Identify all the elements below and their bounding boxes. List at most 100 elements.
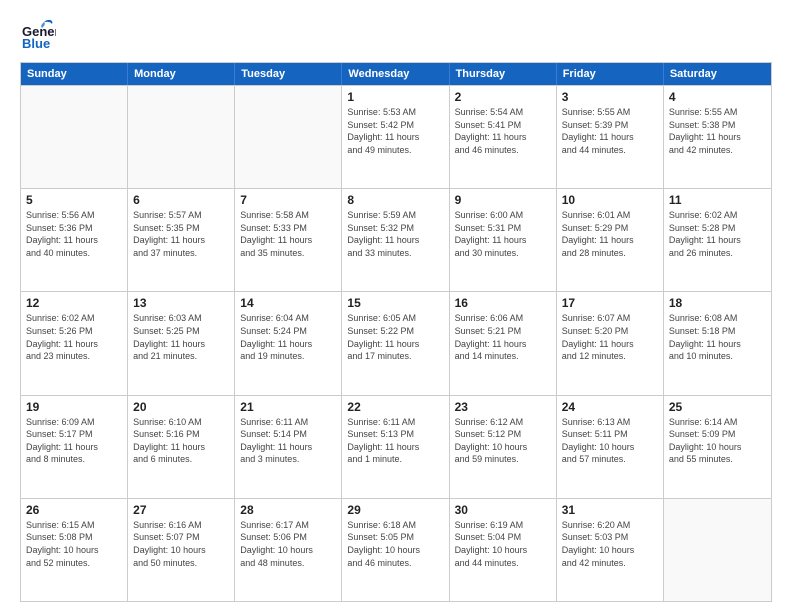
day-info: Sunrise: 6:20 AM Sunset: 5:03 PM Dayligh… <box>562 519 658 569</box>
calendar-row-1: 1 Sunrise: 5:53 AM Sunset: 5:42 PM Daylig… <box>21 85 771 188</box>
calendar-cell: 16 Sunrise: 6:06 AM Sunset: 5:21 PM Dayli… <box>450 292 557 394</box>
calendar-row-3: 12 Sunrise: 6:02 AM Sunset: 5:26 PM Dayli… <box>21 291 771 394</box>
calendar-cell: 19Sunrise: 6:09 AM Sunset: 5:17 PM Dayli… <box>21 396 128 498</box>
day-number: 15 <box>347 296 443 310</box>
day-number: 25 <box>669 400 766 414</box>
calendar-cell: 4 Sunrise: 5:55 AM Sunset: 5:38 PM Daylig… <box>664 86 771 188</box>
calendar-cell: 18Sunrise: 6:08 AM Sunset: 5:18 PM Dayli… <box>664 292 771 394</box>
calendar-cell: 24 Sunrise: 6:13 AM Sunset: 5:11 PM Dayli… <box>557 396 664 498</box>
day-number: 19 <box>26 400 122 414</box>
logo-icon: General Blue <box>20 16 56 52</box>
day-number: 3 <box>562 90 658 104</box>
day-number: 12 <box>26 296 122 310</box>
day-number: 14 <box>240 296 336 310</box>
day-info: Sunrise: 6:14 AM Sunset: 5:09 PM Dayligh… <box>669 416 766 466</box>
day-number: 9 <box>455 193 551 207</box>
calendar-cell: 27 Sunrise: 6:16 AM Sunset: 5:07 PM Dayli… <box>128 499 235 601</box>
weekday-header-wednesday: Wednesday <box>342 63 449 85</box>
day-number: 31 <box>562 503 658 517</box>
day-info: Sunrise: 5:55 AM Sunset: 5:39 PM Dayligh… <box>562 106 658 156</box>
day-number: 26 <box>26 503 122 517</box>
calendar-cell: 5 Sunrise: 5:56 AM Sunset: 5:36 PM Daylig… <box>21 189 128 291</box>
weekday-header-thursday: Thursday <box>450 63 557 85</box>
day-number: 11 <box>669 193 766 207</box>
calendar-cell <box>664 499 771 601</box>
day-info: Sunrise: 5:57 AM Sunset: 5:35 PM Dayligh… <box>133 209 229 259</box>
calendar-cell: 11 Sunrise: 6:02 AM Sunset: 5:28 PM Dayli… <box>664 189 771 291</box>
day-number: 29 <box>347 503 443 517</box>
calendar-cell: 9 Sunrise: 6:00 AM Sunset: 5:31 PM Daylig… <box>450 189 557 291</box>
day-info: Sunrise: 6:07 AM Sunset: 5:20 PM Dayligh… <box>562 312 658 362</box>
day-number: 7 <box>240 193 336 207</box>
day-number: 24 <box>562 400 658 414</box>
day-info: Sunrise: 6:06 AM Sunset: 5:21 PM Dayligh… <box>455 312 551 362</box>
day-info: Sunrise: 6:19 AM Sunset: 5:04 PM Dayligh… <box>455 519 551 569</box>
calendar-cell: 12 Sunrise: 6:02 AM Sunset: 5:26 PM Dayli… <box>21 292 128 394</box>
weekday-header-friday: Friday <box>557 63 664 85</box>
day-number: 10 <box>562 193 658 207</box>
day-info: Sunrise: 6:03 AM Sunset: 5:25 PM Dayligh… <box>133 312 229 362</box>
day-number: 1 <box>347 90 443 104</box>
day-info: Sunrise: 5:56 AM Sunset: 5:36 PM Dayligh… <box>26 209 122 259</box>
calendar-cell: 28 Sunrise: 6:17 AM Sunset: 5:06 PM Dayli… <box>235 499 342 601</box>
calendar-cell: 17 Sunrise: 6:07 AM Sunset: 5:20 PM Dayli… <box>557 292 664 394</box>
calendar-header: SundayMondayTuesdayWednesdayThursdayFrid… <box>21 63 771 85</box>
day-number: 28 <box>240 503 336 517</box>
day-number: 13 <box>133 296 229 310</box>
calendar-row-4: 19Sunrise: 6:09 AM Sunset: 5:17 PM Dayli… <box>21 395 771 498</box>
calendar-cell: 30 Sunrise: 6:19 AM Sunset: 5:04 PM Dayli… <box>450 499 557 601</box>
calendar-cell: 26 Sunrise: 6:15 AM Sunset: 5:08 PM Dayli… <box>21 499 128 601</box>
day-number: 21 <box>240 400 336 414</box>
calendar-cell: 1 Sunrise: 5:53 AM Sunset: 5:42 PM Daylig… <box>342 86 449 188</box>
day-number: 16 <box>455 296 551 310</box>
day-info: Sunrise: 6:05 AM Sunset: 5:22 PM Dayligh… <box>347 312 443 362</box>
day-info: Sunrise: 6:00 AM Sunset: 5:31 PM Dayligh… <box>455 209 551 259</box>
day-number: 6 <box>133 193 229 207</box>
logo: General Blue <box>20 16 58 52</box>
calendar-cell: 21 Sunrise: 6:11 AM Sunset: 5:14 PM Dayli… <box>235 396 342 498</box>
day-number: 2 <box>455 90 551 104</box>
day-number: 17 <box>562 296 658 310</box>
day-number: 22 <box>347 400 443 414</box>
calendar-cell: 14Sunrise: 6:04 AM Sunset: 5:24 PM Dayli… <box>235 292 342 394</box>
calendar-cell: 31 Sunrise: 6:20 AM Sunset: 5:03 PM Dayli… <box>557 499 664 601</box>
day-number: 5 <box>26 193 122 207</box>
calendar-cell: 6 Sunrise: 5:57 AM Sunset: 5:35 PM Daylig… <box>128 189 235 291</box>
calendar-body: 1 Sunrise: 5:53 AM Sunset: 5:42 PM Daylig… <box>21 85 771 601</box>
calendar-cell <box>235 86 342 188</box>
day-info: Sunrise: 5:58 AM Sunset: 5:33 PM Dayligh… <box>240 209 336 259</box>
calendar-row-5: 26 Sunrise: 6:15 AM Sunset: 5:08 PM Dayli… <box>21 498 771 601</box>
page: General Blue SundayMondayTuesdayWednesda… <box>0 0 792 612</box>
calendar-cell: 23Sunrise: 6:12 AM Sunset: 5:12 PM Dayli… <box>450 396 557 498</box>
day-number: 23 <box>455 400 551 414</box>
calendar-cell: 3 Sunrise: 5:55 AM Sunset: 5:39 PM Daylig… <box>557 86 664 188</box>
calendar-cell: 25 Sunrise: 6:14 AM Sunset: 5:09 PM Dayli… <box>664 396 771 498</box>
day-info: Sunrise: 6:11 AM Sunset: 5:13 PM Dayligh… <box>347 416 443 466</box>
header: General Blue <box>20 16 772 52</box>
calendar-cell <box>128 86 235 188</box>
day-info: Sunrise: 6:18 AM Sunset: 5:05 PM Dayligh… <box>347 519 443 569</box>
day-info: Sunrise: 6:17 AM Sunset: 5:06 PM Dayligh… <box>240 519 336 569</box>
calendar-cell: 7 Sunrise: 5:58 AM Sunset: 5:33 PM Daylig… <box>235 189 342 291</box>
day-info: Sunrise: 6:02 AM Sunset: 5:26 PM Dayligh… <box>26 312 122 362</box>
day-number: 4 <box>669 90 766 104</box>
day-number: 30 <box>455 503 551 517</box>
calendar-cell: 10Sunrise: 6:01 AM Sunset: 5:29 PM Dayli… <box>557 189 664 291</box>
day-info: Sunrise: 6:15 AM Sunset: 5:08 PM Dayligh… <box>26 519 122 569</box>
day-info: Sunrise: 5:59 AM Sunset: 5:32 PM Dayligh… <box>347 209 443 259</box>
day-number: 8 <box>347 193 443 207</box>
calendar-cell: 15 Sunrise: 6:05 AM Sunset: 5:22 PM Dayli… <box>342 292 449 394</box>
day-info: Sunrise: 6:13 AM Sunset: 5:11 PM Dayligh… <box>562 416 658 466</box>
day-info: Sunrise: 5:53 AM Sunset: 5:42 PM Dayligh… <box>347 106 443 156</box>
day-info: Sunrise: 6:02 AM Sunset: 5:28 PM Dayligh… <box>669 209 766 259</box>
day-info: Sunrise: 6:16 AM Sunset: 5:07 PM Dayligh… <box>133 519 229 569</box>
day-info: Sunrise: 6:10 AM Sunset: 5:16 PM Dayligh… <box>133 416 229 466</box>
day-info: Sunrise: 5:54 AM Sunset: 5:41 PM Dayligh… <box>455 106 551 156</box>
calendar-cell: 22 Sunrise: 6:11 AM Sunset: 5:13 PM Dayli… <box>342 396 449 498</box>
day-info: Sunrise: 6:11 AM Sunset: 5:14 PM Dayligh… <box>240 416 336 466</box>
calendar-cell <box>21 86 128 188</box>
day-number: 27 <box>133 503 229 517</box>
calendar-cell: 20Sunrise: 6:10 AM Sunset: 5:16 PM Dayli… <box>128 396 235 498</box>
weekday-header-tuesday: Tuesday <box>235 63 342 85</box>
day-info: Sunrise: 5:55 AM Sunset: 5:38 PM Dayligh… <box>669 106 766 156</box>
